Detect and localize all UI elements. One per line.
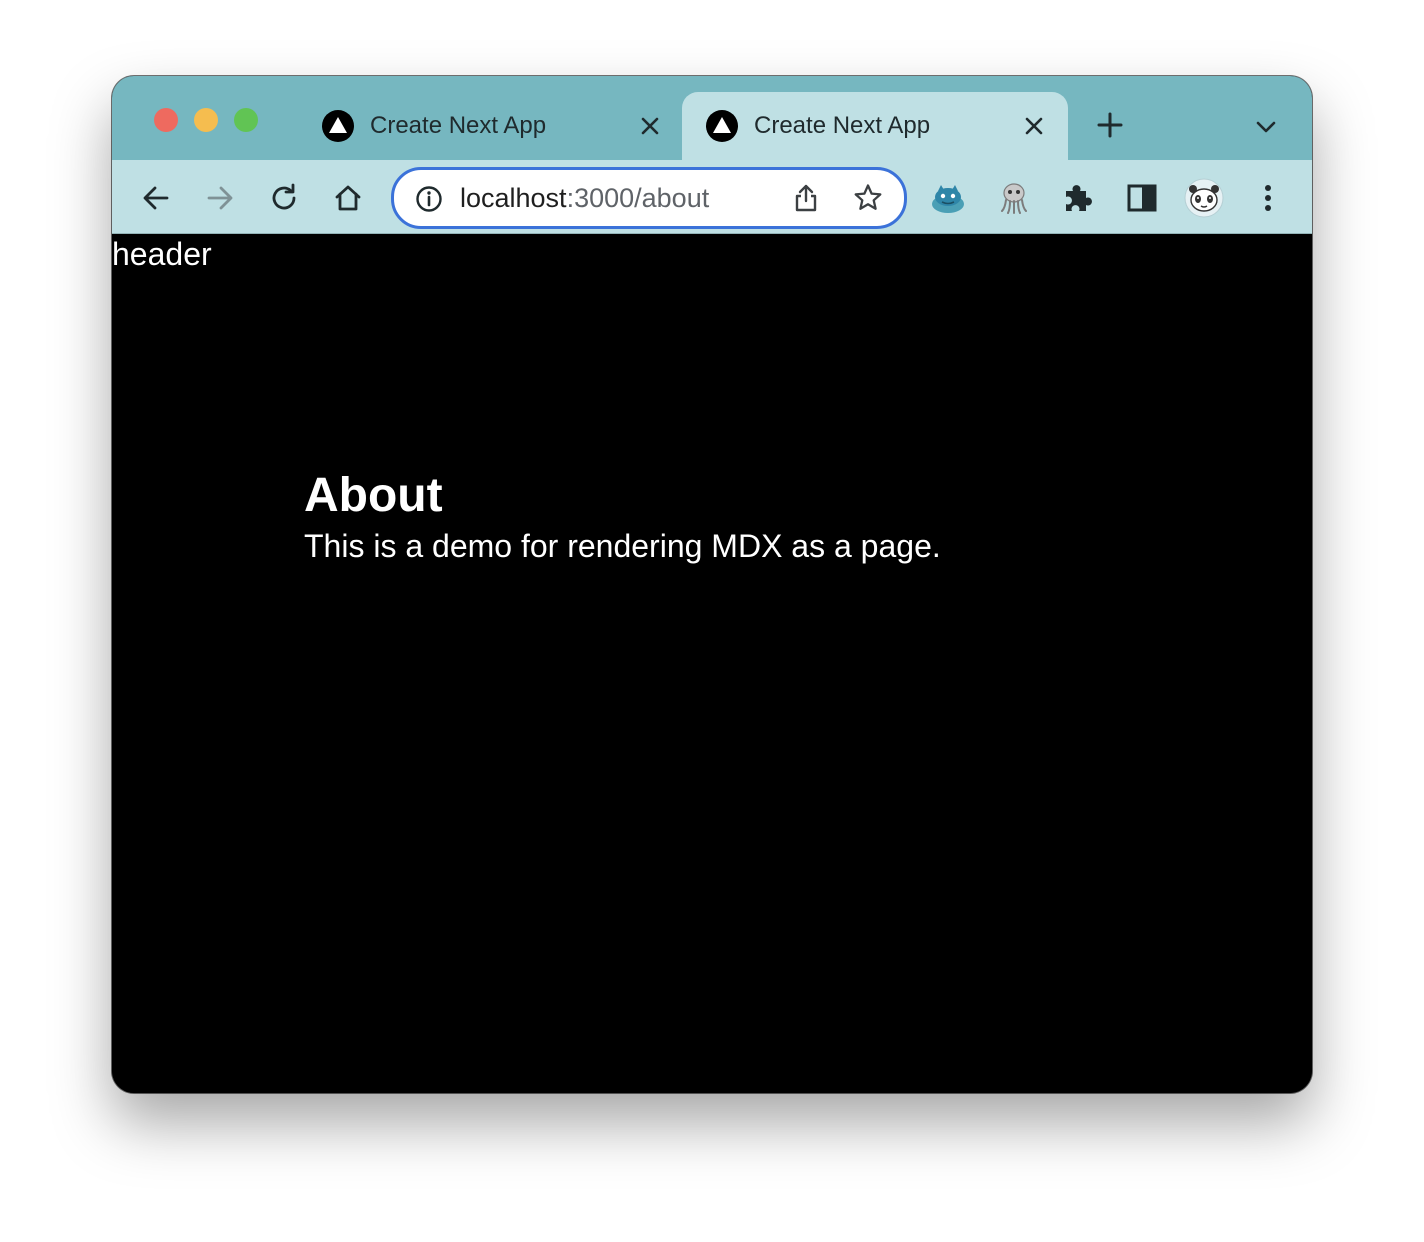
close-tab-icon[interactable]	[1020, 112, 1048, 140]
info-icon[interactable]	[414, 184, 444, 214]
close-tab-icon[interactable]	[636, 112, 664, 140]
tab-title: Create Next App	[754, 112, 931, 139]
close-window-button[interactable]	[154, 108, 178, 132]
share-icon[interactable]	[790, 182, 822, 214]
address-bar[interactable]: localhost:3000/about	[391, 167, 907, 229]
nextjs-triangle-icon	[706, 110, 738, 142]
home-icon[interactable]	[330, 180, 366, 216]
tab-search-chevron-down-icon[interactable]	[1252, 113, 1280, 141]
menu-kebab-icon[interactable]	[1248, 178, 1288, 218]
url-path: :3000/about	[566, 183, 710, 213]
side-panel-icon[interactable]	[1122, 178, 1162, 218]
tab-strip: Create Next App Create Next App	[112, 76, 1312, 160]
bookmark-star-icon[interactable]	[852, 182, 884, 214]
maximize-window-button[interactable]	[234, 108, 258, 132]
page-title: About	[304, 469, 443, 522]
new-tab-plus-icon[interactable]	[1094, 109, 1126, 141]
url-text[interactable]: localhost:3000/about	[460, 182, 709, 214]
extension-monster-icon[interactable]	[928, 178, 968, 218]
tab-active[interactable]: Create Next App	[682, 92, 1068, 160]
page-description: This is a demo for rendering MDX as a pa…	[304, 528, 941, 564]
extensions-puzzle-icon[interactable]	[1058, 178, 1098, 218]
tab-inactive[interactable]: Create Next App	[298, 92, 684, 160]
tab-title: Create Next App	[370, 112, 547, 139]
reload-icon[interactable]	[266, 180, 302, 216]
back-icon[interactable]	[138, 180, 174, 216]
nextjs-triangle-icon	[322, 110, 354, 142]
minimize-window-button[interactable]	[194, 108, 218, 132]
url-host: localhost	[460, 183, 567, 213]
browser-window: Create Next App Create Next App localhos…	[112, 76, 1312, 1093]
page-viewport: header About This is a demo for renderin…	[112, 234, 1312, 1093]
page-header-text: header	[112, 236, 212, 272]
profile-avatar[interactable]	[1184, 178, 1224, 218]
forward-icon[interactable]	[202, 180, 238, 216]
extension-octopus-icon[interactable]	[994, 178, 1034, 218]
